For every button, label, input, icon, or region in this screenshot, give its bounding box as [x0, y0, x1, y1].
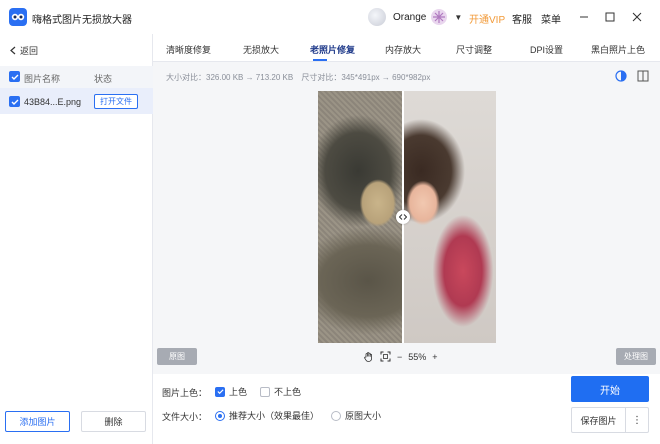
user-name[interactable]: Orange	[393, 12, 426, 23]
file-list-header: 图片名称 状态	[0, 66, 153, 88]
select-all-checkbox[interactable]	[9, 71, 20, 82]
start-button[interactable]: 开始	[571, 376, 649, 402]
filesize-recommended-option[interactable]: 推荐大小（效果最佳）	[215, 409, 319, 422]
column-header-status: 状态	[94, 74, 113, 84]
colorize-on-option[interactable]: 上色	[215, 385, 247, 398]
colorize-label: 图片上色：	[162, 388, 208, 398]
file-name: 43B84...E.png	[24, 97, 82, 107]
menu-button[interactable]: 菜单	[541, 11, 561, 26]
processed-photo	[403, 91, 496, 343]
contrast-toggle-icon[interactable]	[615, 70, 627, 82]
filesize-original-option[interactable]: 原图大小	[331, 409, 381, 422]
column-header-name: 图片名称	[24, 74, 61, 84]
filesize-original-label: 原图大小	[345, 411, 382, 421]
title-bar: 嗨格式图片无损放大器 Orange ▼ 开通VIP 客服 菜单	[0, 0, 660, 34]
original-photo	[318, 91, 403, 343]
tab-memory-enlarge[interactable]: 内存放大	[385, 43, 421, 56]
chevron-down-icon[interactable]: ▼	[454, 13, 462, 22]
close-button[interactable]	[628, 8, 646, 26]
processed-image-button[interactable]: 处理图	[616, 348, 656, 365]
filesize-label: 文件大小：	[162, 412, 208, 422]
tab-size-adjust[interactable]: 尺寸调整	[456, 43, 492, 56]
zoom-in-button[interactable]: +	[432, 352, 437, 362]
avatar[interactable]	[368, 8, 386, 26]
filesize-recommended-label: 推荐大小（效果最佳）	[229, 411, 320, 421]
snowflake-badge-icon	[431, 9, 448, 25]
back-label: 返回	[20, 46, 39, 56]
colorize-on-checkbox[interactable]	[215, 386, 225, 397]
fit-screen-icon[interactable]	[380, 351, 391, 362]
open-file-button[interactable]: 打开文件	[94, 94, 138, 109]
user-menu[interactable]: Orange ▼	[368, 8, 462, 26]
filesize-recommended-radio[interactable]	[215, 410, 225, 421]
original-image-button[interactable]: 原图	[157, 348, 197, 365]
vip-button[interactable]: 开通VIP	[469, 11, 505, 26]
dimension-compare: 尺寸对比：345*491px → 690*982px	[301, 73, 431, 82]
colorize-on-label: 上色	[229, 387, 248, 397]
save-image-button[interactable]: 保存图片	[571, 407, 626, 433]
more-options-button[interactable]: ⋮	[626, 407, 649, 433]
delete-button[interactable]: 删除	[81, 411, 146, 432]
colorize-off-label: 不上色	[274, 387, 302, 397]
photo-compare-preview[interactable]	[318, 91, 496, 343]
options-panel: 图片上色： 上色 不上色 文件大小： 推荐大小（效果最佳） 原图大小 开始 保存…	[153, 374, 660, 444]
filesize-original-radio[interactable]	[331, 410, 341, 421]
zoom-level: 55%	[408, 351, 427, 362]
list-item[interactable]: 43B84...E.png 打开文件	[0, 88, 153, 114]
close-icon	[632, 12, 642, 22]
main-panel: 清晰度修复 无损放大 老照片修复 内存放大 尺寸调整 DPI设置 黑白照片上色 …	[153, 34, 660, 444]
zoom-controls: − 55% +	[363, 351, 438, 362]
check-icon	[216, 389, 224, 395]
add-image-button[interactable]: 添加图片	[5, 411, 70, 432]
arrows-left-right-icon	[399, 214, 407, 220]
service-button[interactable]: 客服	[512, 11, 532, 26]
check-icon	[11, 74, 18, 80]
feature-tabs: 清晰度修复 无损放大 老照片修复 内存放大 尺寸调整 DPI设置 黑白照片上色	[153, 34, 660, 62]
minimize-button[interactable]	[575, 8, 593, 26]
compare-slider-handle[interactable]	[396, 210, 410, 224]
split-view-icon[interactable]	[637, 70, 649, 82]
tab-old-photo-repair[interactable]: 老照片修复	[310, 43, 355, 56]
app-title: 嗨格式图片无损放大器	[32, 15, 132, 26]
chevron-left-icon	[10, 46, 16, 55]
tab-colorize-bw[interactable]: 黑白照片上色	[591, 43, 645, 56]
colorize-off-checkbox[interactable]	[260, 386, 270, 397]
app-logo-icon	[9, 8, 27, 26]
minimize-icon	[580, 16, 588, 18]
file-list-panel: 返回 图片名称 状态 43B84...E.png 打开文件 添加图片 删除	[0, 34, 153, 444]
colorize-off-option[interactable]: 不上色	[260, 385, 301, 398]
compare-info: 大小对比：326.00 KB → 713.20 KB 尺寸对比：345*491p…	[166, 72, 436, 83]
tab-clarity-repair[interactable]: 清晰度修复	[166, 43, 211, 56]
tab-dpi-settings[interactable]: DPI设置	[530, 43, 563, 56]
maximize-button[interactable]	[601, 8, 619, 26]
size-compare: 大小对比：326.00 KB → 713.20 KB	[166, 73, 294, 82]
maximize-icon	[605, 12, 615, 22]
zoom-out-button[interactable]: −	[397, 352, 402, 362]
tab-lossless-upscale[interactable]: 无损放大	[243, 43, 279, 56]
back-button[interactable]: 返回	[10, 44, 38, 57]
file-checkbox[interactable]	[9, 96, 20, 107]
active-tab-indicator	[313, 59, 327, 61]
hand-pan-icon[interactable]	[363, 351, 374, 362]
check-icon	[11, 99, 18, 105]
